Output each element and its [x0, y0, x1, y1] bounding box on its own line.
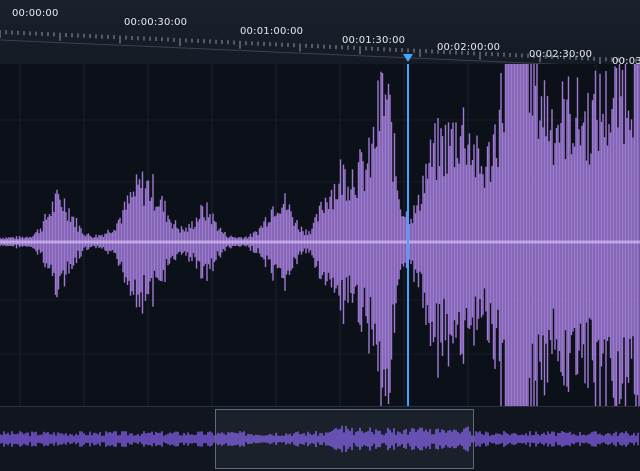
playhead[interactable]: [407, 64, 409, 406]
tick-label-3: 00:01:30:00: [342, 35, 406, 46]
triangle-down-icon[interactable]: [403, 54, 413, 64]
overview-scroller[interactable]: [0, 406, 640, 471]
audio-editor: 00:00:00 00:00:30:00 00:01:00:00 00:01:3…: [0, 0, 640, 471]
waveform-track[interactable]: [0, 64, 640, 406]
tick-label-0: 00:00:00: [12, 8, 59, 19]
tick-label-2: 00:01:00:00: [240, 26, 304, 37]
tick-label-4: 00:02:00:00: [437, 42, 501, 53]
timeline-ruler[interactable]: 00:00:00 00:00:30:00 00:01:00:00 00:01:3…: [0, 0, 640, 64]
tick-label-5: 00:02:30:00: [529, 49, 593, 60]
overview-viewport-handle[interactable]: [215, 409, 474, 469]
tick-label-6: 00:03:00: [612, 56, 640, 64]
tick-label-1: 00:00:30:00: [124, 17, 188, 28]
waveform: [0, 64, 640, 406]
